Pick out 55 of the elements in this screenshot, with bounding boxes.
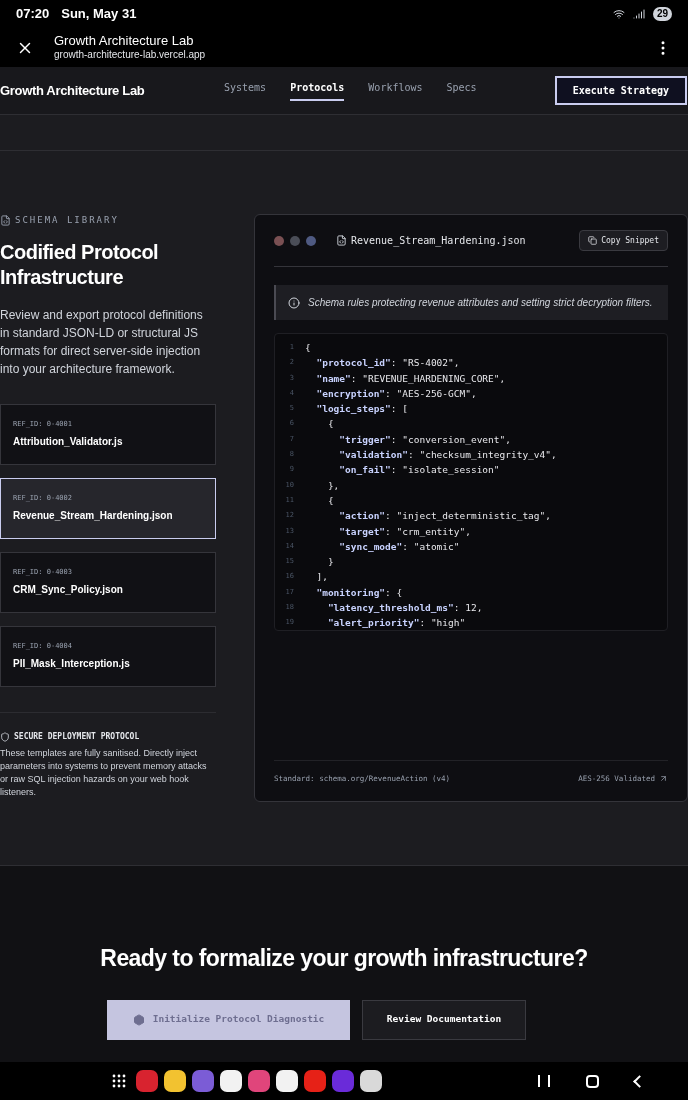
review-documentation-button[interactable]: Review Documentation <box>362 999 526 1040</box>
section-description: Review and export protocol definitions in standard JSON-LD or structural JS formats for direct server-side injection into your architecture framework. <box>0 306 204 378</box>
wifi-icon <box>612 8 625 20</box>
nav-link[interactable]: Specs <box>446 80 477 101</box>
page-url: growth-architecture-lab.vercel.app <box>54 49 206 62</box>
recent-apps-icon[interactable] <box>538 1075 550 1087</box>
code-line: } <box>326 556 334 568</box>
section-title: Codified Protocol Infrastructure <box>0 239 160 290</box>
nav-link[interactable]: Workflows <box>368 80 423 101</box>
shield-icon <box>0 731 10 742</box>
code-line: "monitoring": { <box>315 586 403 598</box>
code-line: "action": "inject_deterministic_tag", <box>338 510 551 522</box>
code-line: "target": "crm_entity", <box>338 525 471 537</box>
app-grid-icon[interactable] <box>112 1074 126 1088</box>
info-icon <box>288 296 300 309</box>
hexagon-icon <box>132 1013 145 1026</box>
battery-level: 29 <box>652 7 672 21</box>
code-line: "logic_steps": [ <box>315 403 408 415</box>
home-icon[interactable] <box>586 1074 599 1088</box>
notice-title: SECURE DEPLOYMENT PROTOCOL <box>14 730 140 743</box>
copy-icon <box>588 236 598 245</box>
file-code-icon <box>0 215 11 227</box>
info-text: Schema rules protecting revenue attributes and setting strict decryption filters. <box>308 296 653 310</box>
status-time: 07:20 <box>16 5 50 24</box>
file-code-icon <box>336 235 347 246</box>
code-line: "encryption": "AES-256-GCM", <box>315 387 477 399</box>
status-date: Sun, May 31 <box>61 5 137 24</box>
code-line: }, <box>326 479 340 491</box>
code-line: "latency_threshold_ms": 12, <box>326 602 483 614</box>
nav-link[interactable]: Protocols <box>290 80 345 101</box>
code-line: { <box>326 494 334 506</box>
brand-name[interactable]: Growth Architecture Lab <box>0 80 210 101</box>
app-icon[interactable] <box>276 1070 298 1092</box>
code-line: "validation": "checksum_integrity_v4", <box>338 449 557 461</box>
code-line: "name": "REVENUE_HARDENING_CORE", <box>315 372 506 384</box>
execute-strategy-button[interactable]: Execute Strategy <box>554 76 687 105</box>
cta-heading: Ready to formalize your growth infrastructure? <box>100 944 588 973</box>
external-link-icon <box>659 774 668 783</box>
app-icon[interactable] <box>220 1070 242 1092</box>
code-line: "alert_priority": "high" <box>326 617 466 629</box>
code-line: { <box>326 418 334 430</box>
code-line: "on_fail": "isolate_session" <box>338 464 500 476</box>
code-line: "protocol_id": "RS-4002", <box>315 357 460 369</box>
app-icon[interactable] <box>360 1070 382 1092</box>
code-line: "trigger": "conversion_event", <box>338 433 511 445</box>
code-line: ], <box>315 571 328 583</box>
notice-text: These templates are fully sanitised. Directly inject parameters into systems to prevent memory attacks or raw SQL injection hazards on your web hook listeners. <box>0 746 208 799</box>
code-line: "sync_mode": "atomic" <box>338 540 460 552</box>
nav-link[interactable]: Systems <box>224 80 267 101</box>
copy-snippet-button[interactable]: Copy Snippet <box>579 230 668 251</box>
code-line: { <box>305 342 311 353</box>
app-icon[interactable] <box>164 1070 186 1092</box>
file-name: Revenue_Stream_Hardening.json <box>351 234 526 248</box>
page-title: Growth Architecture Lab <box>54 33 195 50</box>
section-eyebrow: SCHEMA LIBRARY <box>15 214 119 227</box>
